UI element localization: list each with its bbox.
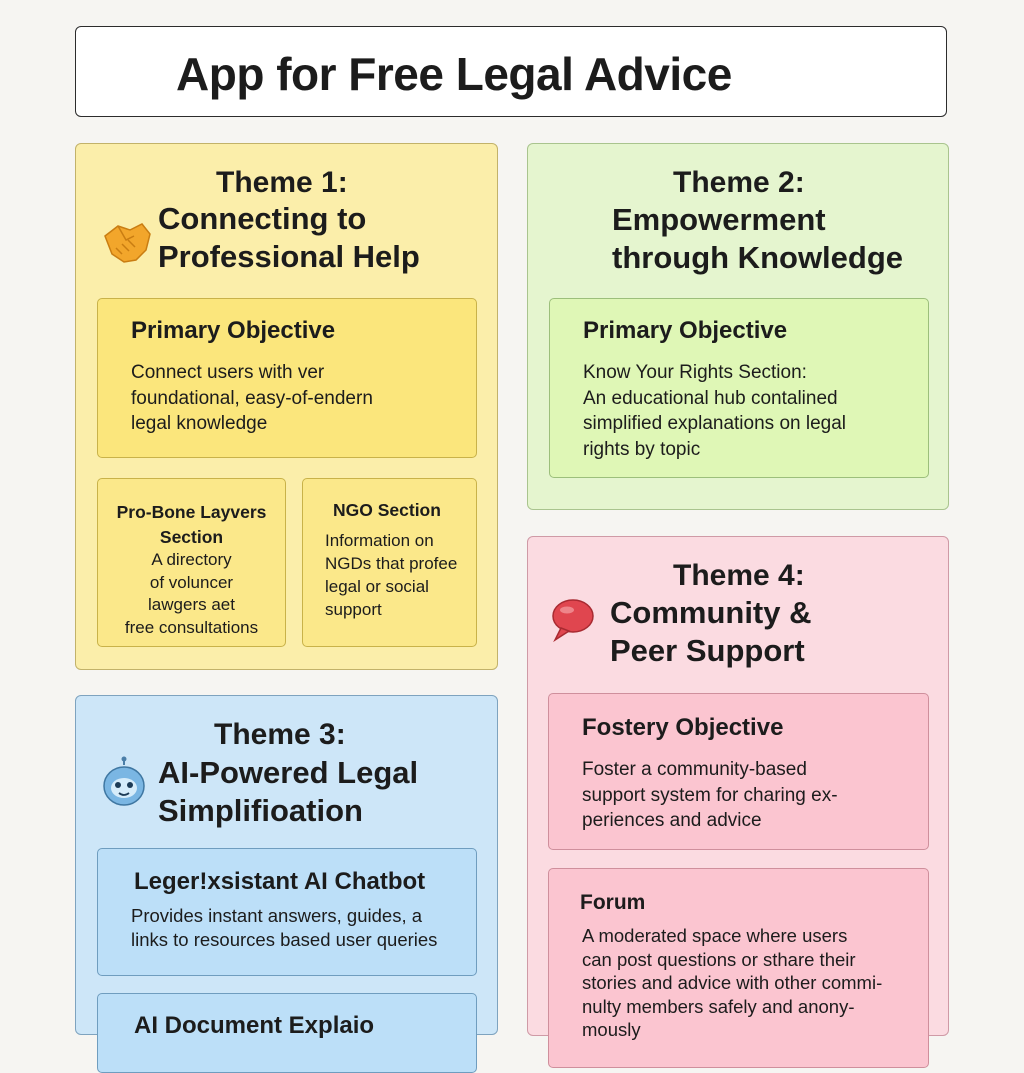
card-heading: NGO Section xyxy=(333,500,441,520)
card-heading: Fostery Objective xyxy=(582,714,784,741)
speech-bubble-icon xyxy=(552,599,594,643)
card-line: support xyxy=(325,600,382,619)
card-line: rights by topic xyxy=(583,438,701,460)
card-line: An educational hub contalined xyxy=(583,387,838,409)
card-body: Know Your Rights Section: An educational… xyxy=(583,360,846,462)
theme-4-title-line: Peer Support xyxy=(610,633,805,668)
card-heading: Leger!xsistant AI Chatbot xyxy=(134,868,426,895)
card-heading: Forum xyxy=(580,891,646,914)
card-line: A moderated space where users xyxy=(582,925,848,946)
theme-2-objective-card: Primary Objective Know Your Rights Secti… xyxy=(549,298,929,478)
card-line: stories and advice with other commi- xyxy=(582,972,883,993)
theme-1-panel: Theme 1: Connecting to Professional Help… xyxy=(75,143,498,670)
ngo-card: NGO Section Information on NGDs that pro… xyxy=(302,478,477,647)
card-line: Foster a community-based xyxy=(582,759,807,780)
card-body: Provides instant answers, guides, a link… xyxy=(131,904,437,952)
theme-1-objective-card: Primary Objective Connect users with ver… xyxy=(97,298,477,458)
card-line: simplified explanations on legal xyxy=(583,413,846,434)
card-heading: AI Document Explaio xyxy=(134,1012,375,1039)
card-line: mously xyxy=(582,1019,641,1040)
handshake-icon xyxy=(104,223,151,263)
card-heading: Primary Objective xyxy=(131,317,336,344)
robot-icon xyxy=(103,756,145,806)
ai-chatbot-card: Leger!xsistant AI Chatbot Provides insta… xyxy=(97,848,477,976)
card-body: Information on NGDs that profee legal or… xyxy=(325,529,457,621)
ai-document-card: AI Document Explaio xyxy=(97,993,477,1073)
card-body: Connect users with ver foundational, eas… xyxy=(131,360,373,437)
card-line: periences and advice xyxy=(582,810,762,831)
theme-2-title-line: through Knowledge xyxy=(612,240,904,275)
forum-card: Forum A moderated space where users can … xyxy=(548,868,929,1068)
theme-1-title-line: Connecting to xyxy=(158,201,367,236)
card-line: lawgers aet xyxy=(148,595,235,614)
theme-2-title: Empowerment through Knowledge xyxy=(612,201,903,277)
probono-card: Pro-Bone Layvers Section A directory of … xyxy=(97,478,286,647)
theme-4-title-line: Community & xyxy=(610,595,812,630)
card-line: Know Your Rights Section: xyxy=(583,362,807,383)
card-line: A directory xyxy=(151,550,232,569)
theme-3-title: AI-Powered Legal Simplifioation xyxy=(158,754,418,830)
theme-4-panel: Theme 4: Community & Peer Support Foster… xyxy=(527,536,949,1068)
card-line: Information on xyxy=(325,531,434,550)
card-line: legal knowledge xyxy=(131,413,268,434)
card-line: can post questions or sthare their xyxy=(582,948,856,970)
theme-1-number: Theme 1: xyxy=(216,166,348,199)
theme-2-title-line: Empowerment xyxy=(612,202,826,237)
theme-3-title-line: AI-Powered Legal xyxy=(158,755,419,790)
card-line: foundational, easy-of-endern xyxy=(131,387,373,409)
card-heading-line: Pro-Bone Layvers xyxy=(116,502,267,522)
card-line: nulty members safely and anony- xyxy=(582,995,855,1017)
theme-3-number: Theme 3: xyxy=(214,718,346,751)
card-body: A directory of voluncer lawgers aet free… xyxy=(98,549,285,639)
theme-1-title: Connecting to Professional Help xyxy=(158,200,420,276)
card-heading: Primary Objective xyxy=(583,317,788,344)
card-heading: Pro-Bone Layvers Section xyxy=(98,500,285,550)
card-body: Foster a community-based support system … xyxy=(582,757,838,834)
card-line: links to resources based user queries xyxy=(131,929,438,950)
card-line: of voluncer xyxy=(149,572,234,592)
theme-4-title: Community & Peer Support xyxy=(610,594,812,670)
theme-4-objective-card: Fostery Objective Foster a community-bas… xyxy=(548,693,929,850)
card-heading-line: Section xyxy=(159,527,224,547)
theme-4-number: Theme 4: xyxy=(673,559,805,592)
theme-3-panel: Theme 3: AI-Powered Legal Simplifioation… xyxy=(75,695,498,1073)
card-line: NGDs that profee xyxy=(325,554,458,573)
theme-2-number: Theme 2: xyxy=(673,166,805,199)
title-banner: App for Free Legal Advice xyxy=(75,26,947,117)
theme-1-title-line: Professional Help xyxy=(158,239,420,274)
card-line: Connect users with ver xyxy=(131,362,325,383)
card-line: Provides instant answers, guides, a xyxy=(131,905,423,926)
theme-2-panel: Theme 2: Empowerment through Knowledge P… xyxy=(527,143,949,510)
theme-3-title-line: Simplifioation xyxy=(158,793,363,828)
card-line: support system for charing ex- xyxy=(582,784,838,806)
card-line: legal or social xyxy=(325,577,429,596)
card-line: free consultations xyxy=(124,617,259,637)
page-title: App for Free Legal Advice xyxy=(176,48,732,100)
